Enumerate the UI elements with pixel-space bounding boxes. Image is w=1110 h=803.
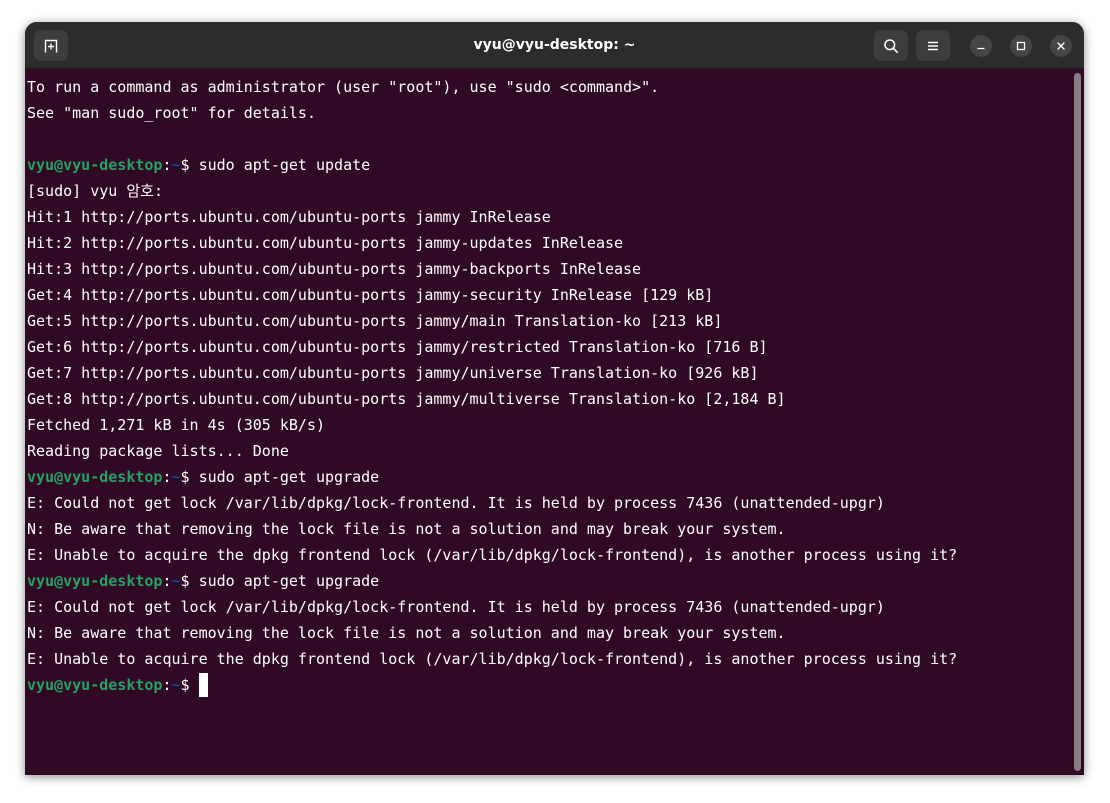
output-text: Fetched 1,271 kB in 4s (305 kB/s) (27, 416, 326, 434)
new-tab-button[interactable] (34, 30, 68, 61)
output-line: N: Be aware that removing the lock file … (27, 620, 957, 646)
output-line: Get:8 http://ports.ubuntu.com/ubuntu-por… (27, 386, 957, 412)
text-cursor (198, 673, 208, 697)
prompt-path: ~ (171, 572, 181, 590)
output-line: Fetched 1,271 kB in 4s (305 kB/s) (27, 412, 957, 438)
prompt-line: vyu@vyu-desktop:~$ sudo apt-get upgrade (27, 464, 957, 490)
prompt-path: ~ (171, 156, 181, 174)
output-text: Hit:2 http://ports.ubuntu.com/ubuntu-por… (27, 234, 624, 252)
terminal-lines: To run a command as administrator (user … (27, 74, 957, 698)
prompt-user: vyu@vyu-desktop (27, 468, 163, 486)
terminal-window: vyu@vyu-desktop: ~ To run a command as a… (25, 22, 1084, 775)
output-text: E: Unable to acquire the dpkg frontend l… (27, 546, 958, 564)
close-button[interactable] (1050, 35, 1072, 57)
output-line: Get:6 http://ports.ubuntu.com/ubuntu-por… (27, 334, 957, 360)
close-icon (1057, 42, 1065, 50)
prompt-colon: : (162, 572, 172, 590)
prompt-line: vyu@vyu-desktop:~$ (27, 672, 957, 698)
search-icon (884, 38, 898, 53)
prompt-line: vyu@vyu-desktop:~$ sudo apt-get update (27, 152, 957, 178)
output-text: Get:5 http://ports.ubuntu.com/ubuntu-por… (27, 312, 723, 330)
output-text: See "man sudo_root" for details. (27, 104, 316, 122)
output-line: Get:5 http://ports.ubuntu.com/ubuntu-por… (27, 308, 957, 334)
output-line: Hit:2 http://ports.ubuntu.com/ubuntu-por… (27, 230, 957, 256)
hamburger-menu-icon (928, 41, 938, 50)
prompt-dollar: $ (180, 156, 199, 174)
prompt-dollar: $ (180, 676, 199, 694)
command-text: sudo apt-get upgrade (198, 468, 380, 486)
prompt-line: vyu@vyu-desktop:~$ sudo apt-get upgrade (27, 568, 957, 594)
output-line: E: Could not get lock /var/lib/dpkg/lock… (27, 490, 957, 516)
output-text: E: Unable to acquire the dpkg frontend l… (27, 650, 958, 668)
output-text: N: Be aware that removing the lock file … (27, 520, 786, 538)
terminal-output-area[interactable]: To run a command as administrator (user … (25, 69, 1084, 775)
output-line: E: Unable to acquire the dpkg frontend l… (27, 542, 957, 568)
search-button[interactable] (874, 30, 908, 61)
prompt-dollar: $ (180, 468, 199, 486)
maximize-icon (1016, 41, 1026, 51)
prompt-user: vyu@vyu-desktop (27, 156, 163, 174)
output-text: Get:4 http://ports.ubuntu.com/ubuntu-por… (27, 286, 714, 304)
output-line: See "man sudo_root" for details. (27, 100, 957, 126)
prompt-colon: : (162, 156, 172, 174)
output-line: Hit:3 http://ports.ubuntu.com/ubuntu-por… (27, 256, 957, 282)
menu-button[interactable] (916, 30, 950, 61)
output-text: E: Could not get lock /var/lib/dpkg/lock… (27, 494, 885, 512)
output-line: E: Could not get lock /var/lib/dpkg/lock… (27, 594, 957, 620)
prompt-user: vyu@vyu-desktop (27, 676, 163, 694)
output-text: To run a command as administrator (user … (27, 78, 660, 96)
output-line: Get:7 http://ports.ubuntu.com/ubuntu-por… (27, 360, 957, 386)
new-tab-icon (44, 39, 58, 52)
output-line: E: Unable to acquire the dpkg frontend l… (27, 646, 957, 672)
output-line: To run a command as administrator (user … (27, 74, 957, 100)
titlebar[interactable]: vyu@vyu-desktop: ~ (25, 22, 1084, 69)
output-text: Get:7 http://ports.ubuntu.com/ubuntu-por… (27, 364, 759, 382)
scrollbar[interactable] (1074, 73, 1081, 771)
output-text: N: Be aware that removing the lock file … (27, 624, 786, 642)
prompt-colon: : (162, 468, 172, 486)
output-text: E: Could not get lock /var/lib/dpkg/lock… (27, 598, 885, 616)
prompt-path: ~ (171, 468, 181, 486)
output-line: [sudo] vyu 암호: (27, 178, 957, 204)
prompt-path: ~ (171, 676, 181, 694)
maximize-button[interactable] (1010, 35, 1032, 57)
command-text: sudo apt-get update (198, 156, 371, 174)
output-text: Get:6 http://ports.ubuntu.com/ubuntu-por… (27, 338, 768, 356)
prompt-dollar: $ (180, 572, 199, 590)
output-text: Get:8 http://ports.ubuntu.com/ubuntu-por… (27, 390, 786, 408)
output-line: Hit:1 http://ports.ubuntu.com/ubuntu-por… (27, 204, 957, 230)
output-text: Hit:3 http://ports.ubuntu.com/ubuntu-por… (27, 260, 642, 278)
prompt-colon: : (162, 676, 172, 694)
output-line: Get:4 http://ports.ubuntu.com/ubuntu-por… (27, 282, 957, 308)
output-text: [sudo] vyu 암호: (27, 182, 163, 200)
minimize-icon (977, 47, 985, 50)
output-line: Reading package lists... Done (27, 438, 957, 464)
output-text: Hit:1 http://ports.ubuntu.com/ubuntu-por… (27, 208, 551, 226)
output-text: Reading package lists... Done (27, 442, 289, 460)
output-line: N: Be aware that removing the lock file … (27, 516, 957, 542)
prompt-user: vyu@vyu-desktop (27, 572, 163, 590)
minimize-button[interactable] (970, 35, 992, 57)
command-text: sudo apt-get upgrade (198, 572, 380, 590)
